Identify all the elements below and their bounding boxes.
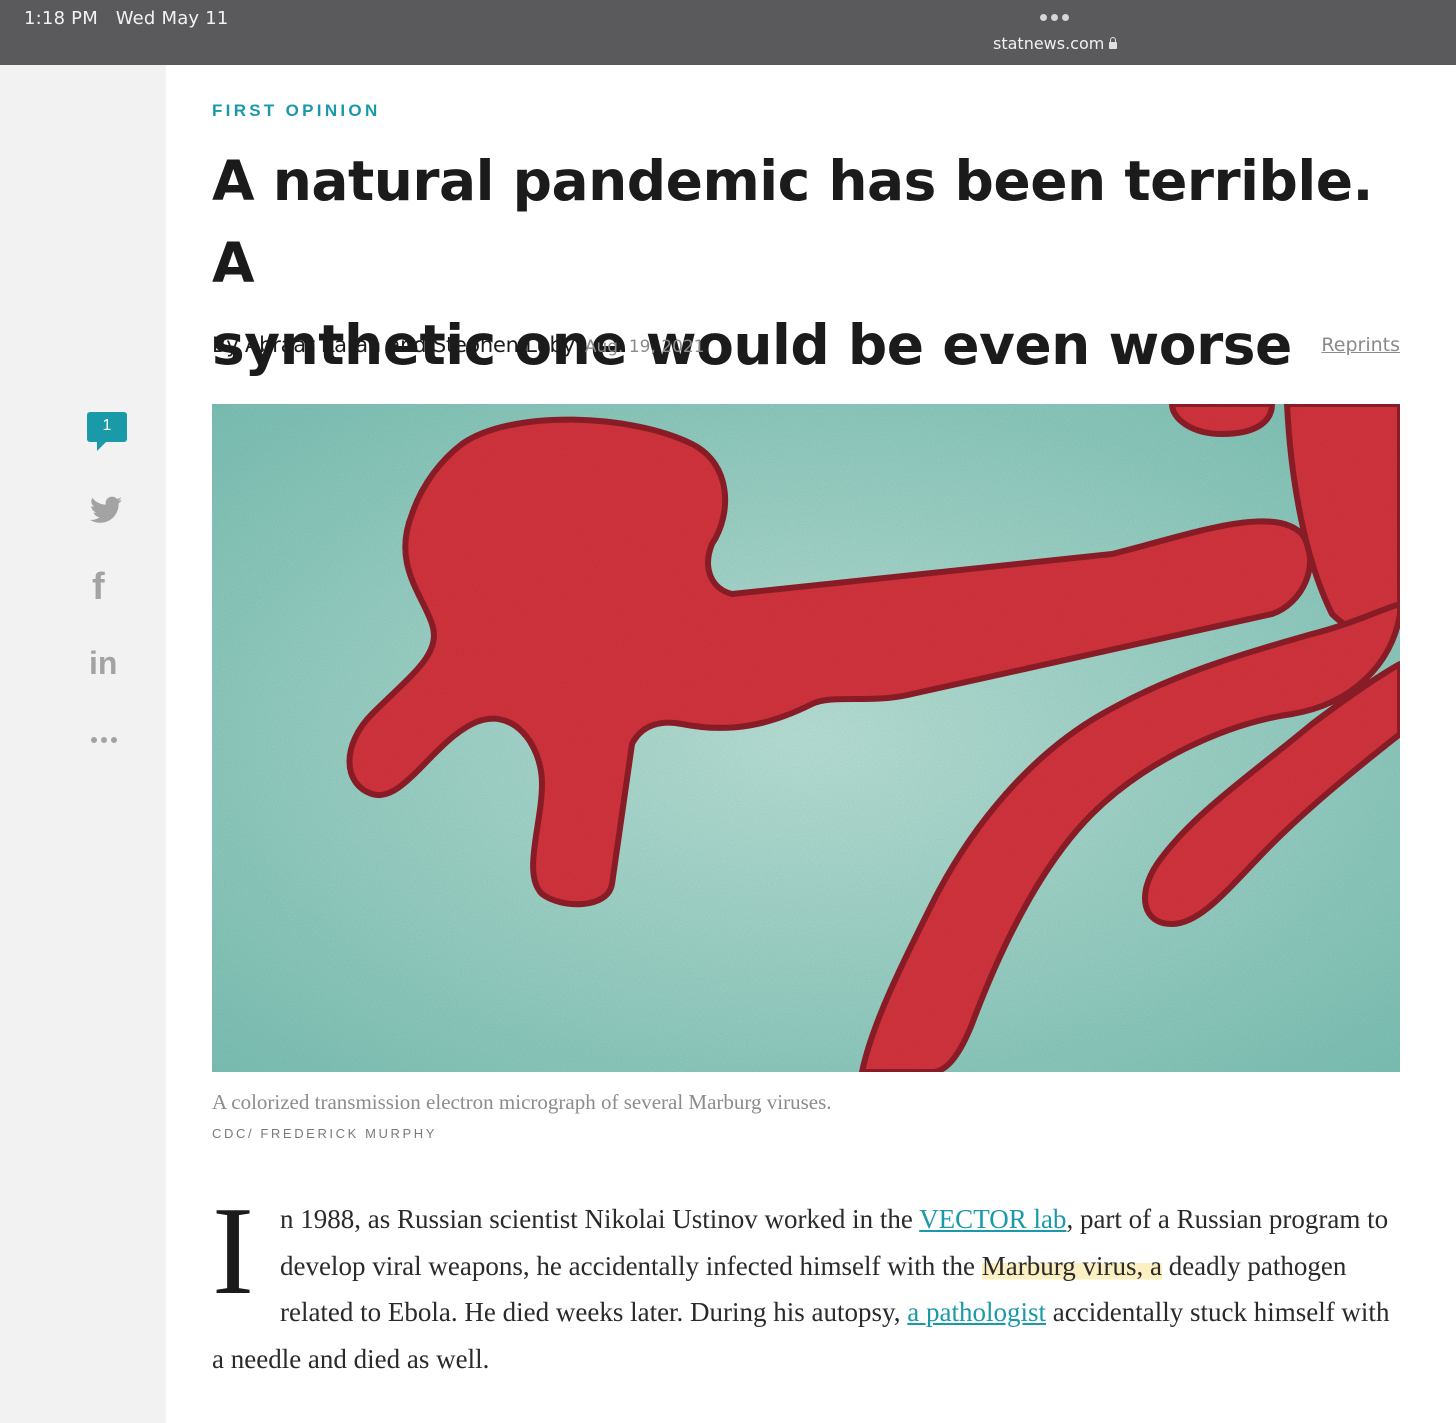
address-bar[interactable]: statnews.com (993, 34, 1118, 53)
status-time: 1:18 PM Wed May 11 (24, 8, 229, 29)
multitasking-dots-icon[interactable] (1040, 14, 1069, 21)
image-caption: A colorized transmission electron microg… (212, 1090, 832, 1114)
facebook-icon[interactable]: f (92, 568, 105, 606)
vector-lab-link[interactable]: VECTOR lab (919, 1204, 1066, 1234)
drop-cap: I (212, 1182, 254, 1321)
image-credit: CDC/ FREDERICK MURPHY (212, 1126, 438, 1141)
url-text: statnews.com (993, 34, 1105, 53)
lock-icon (1109, 36, 1118, 49)
linkedin-icon[interactable]: in (89, 646, 117, 680)
date: Wed May 11 (115, 8, 229, 29)
reprints-link[interactable]: Reprints (1321, 334, 1400, 356)
status-bar: 1:18 PM Wed May 11 statnews.com (0, 0, 1456, 65)
authors[interactable]: By Abraar Karan and Stephen Luby (212, 333, 575, 357)
clock: 1:18 PM (24, 8, 98, 29)
more-share-icon[interactable] (91, 737, 117, 743)
article-body: In 1988, as Russian scientist Nikolai Us… (212, 1182, 1400, 1382)
pathologist-link[interactable]: a pathologist (907, 1297, 1046, 1327)
publish-date: Aug. 19, 2021 (584, 337, 705, 357)
comment-count-button[interactable]: 1 (87, 412, 127, 451)
byline: By Abraar Karan and Stephen Luby Aug. 19… (212, 333, 705, 357)
twitter-icon[interactable] (90, 496, 122, 529)
share-rail (0, 65, 166, 1423)
section-kicker[interactable]: FIRST OPINION (212, 101, 381, 121)
body-text-1: n 1988, as Russian scientist Nikolai Ust… (279, 1204, 920, 1234)
headline-line-1: A natural pandemic has been terrible. A (212, 149, 1373, 295)
hero-image (212, 404, 1400, 1072)
comment-count: 1 (102, 417, 112, 434)
highlighted-text: Marburg virus, a (981, 1250, 1162, 1281)
